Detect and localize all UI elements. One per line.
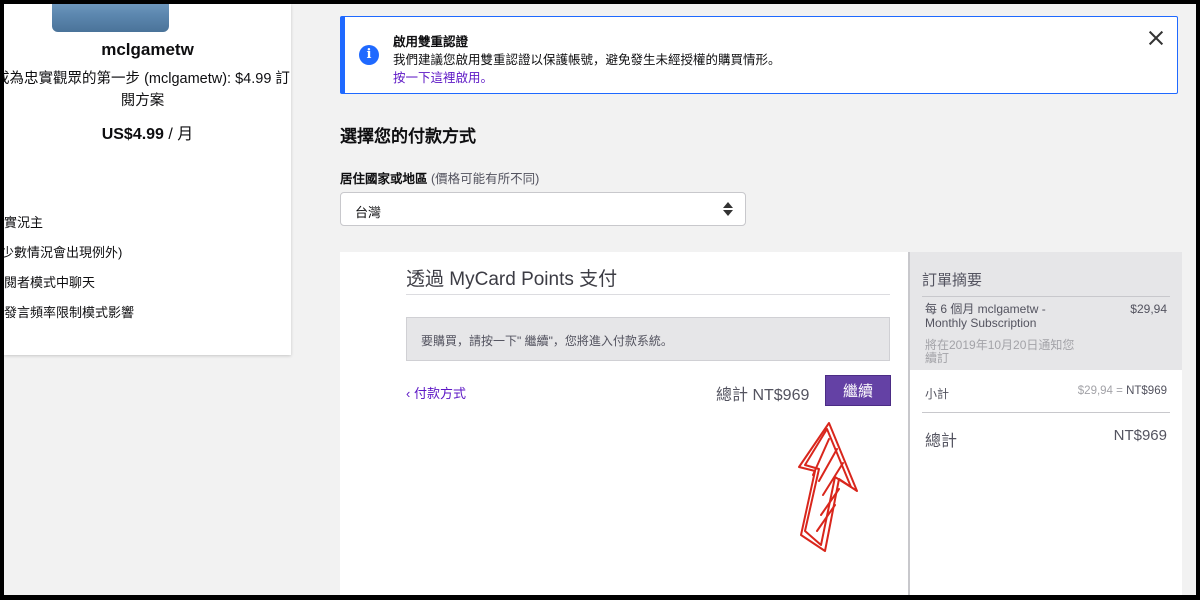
order-summary: 訂單摘要 每 6 個月 mclgametw - Monthly Subscrip…	[908, 252, 1182, 595]
renewal-notice: 將在2019年10月20日通知您續訂	[925, 338, 1075, 365]
benefit-item: 發言頻率限制模式影響	[4, 305, 135, 320]
country-hint: (價格可能有所不同)	[431, 172, 540, 186]
subtotal-usd: $29,94	[1077, 385, 1113, 397]
country-label-text: 居住國家或地區	[340, 172, 428, 186]
price-amount: US$4.99	[101, 126, 164, 143]
red-arrow-annotation	[798, 422, 858, 552]
continue-button[interactable]: 繼續	[825, 375, 891, 406]
country-label: 居住國家或地區 (價格可能有所不同)	[340, 168, 539, 187]
summary-title: 訂單摘要	[922, 272, 983, 289]
total-label: 總計 NT$969	[716, 387, 810, 404]
payment-note: 要購買，請按一下" 繼續"，您將進入付款系統。	[406, 317, 890, 361]
back-link-label: 付款方式	[413, 386, 466, 401]
banner-title: 啟用雙重認證	[393, 35, 469, 49]
benefit-item: 實況主	[4, 215, 44, 230]
enable-2fa-link[interactable]: 按一下這裡啟用。	[393, 67, 493, 86]
chevron-left-icon: ‹	[406, 386, 414, 401]
close-icon[interactable]	[1143, 25, 1169, 51]
benefit-item: 少數情況會出現例外)	[4, 245, 123, 260]
divider	[922, 296, 1170, 297]
summary-header: 訂單摘要 每 6 個月 mclgametw - Monthly Subscrip…	[910, 252, 1182, 370]
country-select[interactable]: 台灣	[340, 192, 746, 226]
plan-price: US$4.99 / 月	[4, 120, 291, 144]
divider	[406, 294, 890, 295]
back-to-payment-methods-link[interactable]: ‹ 付款方式	[406, 383, 466, 402]
select-arrows-icon	[723, 201, 733, 217]
price-period: / 月	[163, 126, 194, 143]
benefit-item: 閱者模式中聊天	[4, 275, 96, 290]
summary-total-value: NT$969	[1113, 427, 1167, 444]
summary-total-label: 總計	[925, 433, 958, 450]
channel-avatar	[52, 4, 169, 32]
payment-note-text: 要購買，請按一下" 繼續"，您將進入付款系統。	[421, 334, 673, 348]
summary-item-price: $29,94	[1130, 302, 1167, 316]
subtotal-ntd: NT$969	[1126, 385, 1167, 397]
info-icon: i	[359, 45, 379, 65]
subtotal-label: 小計	[925, 387, 950, 401]
two-factor-banner: i 啟用雙重認證 我們建議您啟用雙重認證以保護帳號，避免發生未經授權的購買情形。…	[340, 16, 1178, 94]
subtotal-value: $29,94 = NT$969	[1078, 385, 1167, 397]
page: mclgametw 成為忠實觀眾的第一步 (mclgametw): $4.99 …	[4, 4, 1196, 595]
plan-description: 成為忠實觀眾的第一步 (mclgametw): $4.99 訂閱方案	[4, 71, 290, 109]
subtotal-eq: =	[1112, 385, 1127, 397]
section-title: 選擇您的付款方式	[340, 127, 476, 146]
banner-body: 我們建議您啟用雙重認證以保護帳號，避免發生未經授權的購買情形。	[393, 53, 781, 67]
payment-method-title: 透過 MyCard Points 支付	[406, 269, 618, 290]
country-select-value: 台灣	[355, 205, 382, 220]
channel-name: mclgametw	[101, 40, 194, 59]
channel-card: mclgametw 成為忠實觀眾的第一步 (mclgametw): $4.99 …	[4, 4, 291, 355]
divider	[922, 412, 1170, 413]
summary-item: 每 6 個月 mclgametw - Monthly Subscription	[925, 302, 1046, 330]
